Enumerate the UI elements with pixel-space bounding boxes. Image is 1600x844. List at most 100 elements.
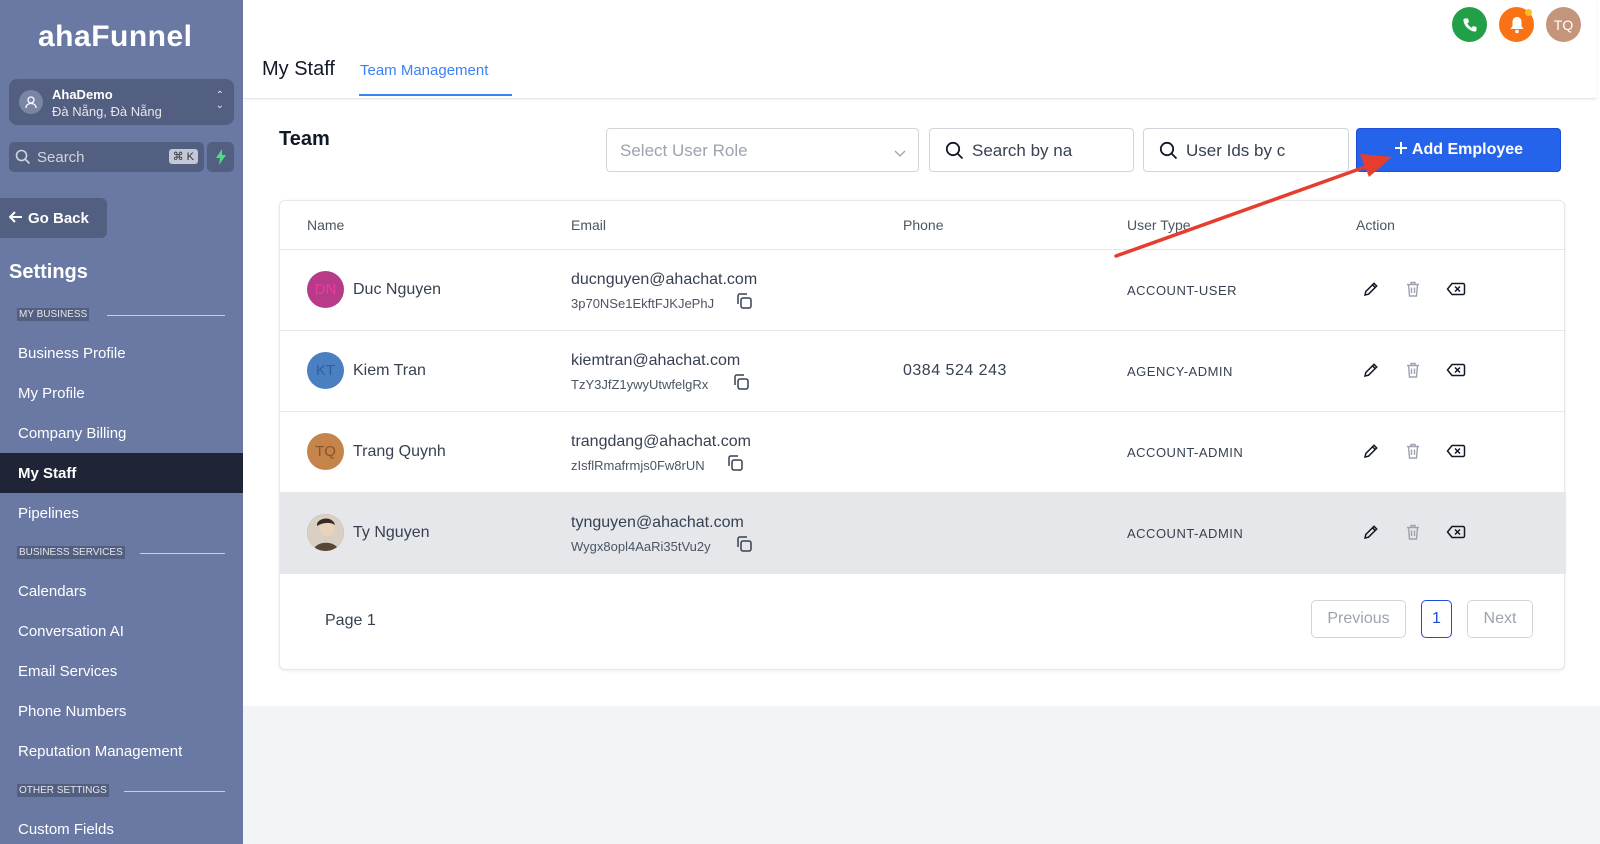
tab-team-management[interactable]: Team Management (360, 62, 488, 79)
search-by-user-ids-value: User Ids by c (1186, 141, 1286, 160)
notifications-button[interactable] (1499, 7, 1534, 42)
user-phone: 0384 524 243 (903, 362, 1007, 379)
sidebar-item-calendars[interactable]: Calendars (0, 571, 243, 611)
content-background (243, 706, 1600, 844)
edit-pencil-icon[interactable] (1362, 442, 1380, 465)
avatar (307, 514, 344, 551)
section-divider (140, 553, 225, 554)
page-title: My Staff (262, 58, 335, 80)
search-icon (15, 149, 31, 170)
settings-title: Settings (9, 261, 88, 283)
column-header-phone: Phone (903, 217, 944, 233)
team-table-card: Name Email Phone User Type Action DN Duc… (279, 200, 1566, 670)
copy-icon[interactable] (735, 292, 753, 315)
column-header-name: Name (307, 217, 345, 233)
page-indicator: Page 1 (325, 612, 376, 629)
copy-icon[interactable] (735, 535, 753, 558)
user-name: Kiem Tran (353, 362, 426, 379)
top-header: My Staff Team Management TQ (243, 0, 1596, 99)
remove-x-icon[interactable] (1446, 442, 1466, 465)
user-photo-icon (307, 514, 344, 551)
user-email: tynguyen@ahachat.com (571, 514, 744, 531)
go-back-button[interactable]: Go Back (0, 198, 107, 238)
trash-icon[interactable] (1404, 280, 1422, 303)
user-id: Wygx8opl4AaRi35tVu2y (571, 539, 711, 554)
avatar: KT (307, 352, 344, 389)
sidebar-item-my-profile[interactable]: My Profile (0, 373, 243, 413)
user-email: ducnguyen@ahachat.com (571, 271, 758, 288)
copy-icon[interactable] (732, 373, 750, 396)
table-row: TQ Trang Quynh trangdang@ahachat.com zIs… (280, 412, 1566, 493)
table-row: DN Duc Nguyen ducnguyen@ahachat.com 3p70… (280, 250, 1566, 331)
edit-pencil-icon[interactable] (1362, 361, 1380, 384)
user-id: zIsflRmafrmjs0Fw8rUN (571, 458, 705, 473)
search-by-name-value: Search by na (972, 141, 1073, 160)
avatar: DN (307, 271, 344, 308)
active-tab-indicator (359, 94, 512, 96)
sidebar-item-my-staff[interactable]: My Staff (0, 453, 243, 493)
table-row: KT Kiem Tran kiemtran@ahachat.com TzY3Jf… (280, 331, 1566, 412)
sidebar-search-placeholder: Search (37, 149, 85, 166)
remove-x-icon[interactable] (1446, 280, 1466, 303)
user-role-placeholder: Select User Role (620, 141, 748, 160)
sidebar-search[interactable]: Search ⌘ K (9, 142, 204, 172)
section-label-my-business: MY BUSINESS (17, 308, 90, 321)
trash-icon[interactable] (1404, 523, 1422, 546)
phone-call-button[interactable] (1452, 7, 1487, 42)
sidebar-item-reputation-management[interactable]: Reputation Management (0, 731, 243, 771)
sidebar-item-phone-numbers[interactable]: Phone Numbers (0, 691, 243, 731)
remove-x-icon[interactable] (1446, 523, 1466, 546)
copy-icon[interactable] (726, 454, 744, 477)
account-location: Đà Nẵng, Đà Nẵng (52, 104, 162, 119)
section-divider (107, 315, 225, 316)
user-name: Trang Quynh (353, 443, 446, 460)
column-header-action: Action (1356, 217, 1395, 233)
chevron-down-icon (894, 145, 906, 163)
sidebar-item-business-profile[interactable]: Business Profile (0, 333, 243, 373)
user-id: TzY3JfZ1ywyUtwfelgRx (571, 377, 709, 392)
trash-icon[interactable] (1404, 442, 1422, 465)
search-icon (1159, 141, 1178, 165)
section-label-other-settings: OTHER SETTINGS (17, 784, 109, 797)
account-avatar-icon (19, 90, 43, 114)
table-row: Ty Nguyen tynguyen@ahachat.com Wygx8opl4… (280, 493, 1566, 574)
user-id: 3p70NSe1EkftFJKJePhJ (571, 296, 715, 311)
sidebar-item-conversation-ai[interactable]: Conversation AI (0, 611, 243, 651)
column-header-email: Email (571, 217, 607, 233)
user-type: AGENCY-ADMIN (1127, 364, 1233, 379)
user-type: ACCOUNT-USER (1127, 283, 1238, 298)
add-employee-label: Add Employee (1411, 141, 1524, 158)
user-type: ACCOUNT-ADMIN (1127, 445, 1244, 460)
user-avatar[interactable]: TQ (1546, 7, 1581, 42)
user-name: Duc Nguyen (353, 281, 442, 298)
remove-x-icon[interactable] (1446, 361, 1466, 384)
page-1-button[interactable]: 1 (1421, 600, 1452, 638)
app-logo: ahaFunnel (38, 20, 193, 53)
search-by-user-ids-input[interactable]: User Ids by c (1143, 128, 1349, 172)
chevron-updown-icon: ⌃ ⌄ (215, 90, 224, 111)
notification-dot (1525, 9, 1532, 16)
search-shortcut-badge: ⌘ K (168, 149, 198, 164)
trash-icon[interactable] (1404, 361, 1422, 384)
column-header-user-type: User Type (1127, 217, 1191, 233)
quick-action-bolt-icon[interactable] (207, 142, 234, 172)
edit-pencil-icon[interactable] (1362, 280, 1380, 303)
search-by-name-input[interactable]: Search by na (929, 128, 1134, 172)
account-name: AhaDemo (52, 87, 113, 102)
sidebar-item-email-services[interactable]: Email Services (0, 651, 243, 691)
previous-page-button[interactable]: Previous (1311, 600, 1406, 638)
account-switcher[interactable]: AhaDemo Đà Nẵng, Đà Nẵng ⌃ ⌄ (9, 79, 234, 125)
section-label-business-services: BUSINESS SERVICES (17, 546, 125, 559)
edit-pencil-icon[interactable] (1362, 523, 1380, 546)
sidebar-item-pipelines[interactable]: Pipelines (0, 493, 243, 533)
user-email: kiemtran@ahachat.com (571, 352, 741, 369)
add-employee-button[interactable]: Add Employee (1356, 128, 1561, 172)
sidebar-item-custom-fields[interactable]: Custom Fields (0, 809, 243, 844)
user-role-select[interactable]: Select User Role (606, 128, 919, 172)
bell-icon (1510, 16, 1523, 33)
next-page-button[interactable]: Next (1467, 600, 1533, 638)
user-name: Ty Nguyen (353, 524, 430, 541)
sidebar-item-company-billing[interactable]: Company Billing (0, 413, 243, 453)
sidebar: ahaFunnel AhaDemo Đà Nẵng, Đà Nẵng ⌃ ⌄ Se… (0, 0, 243, 844)
plus-icon (1394, 141, 1408, 160)
